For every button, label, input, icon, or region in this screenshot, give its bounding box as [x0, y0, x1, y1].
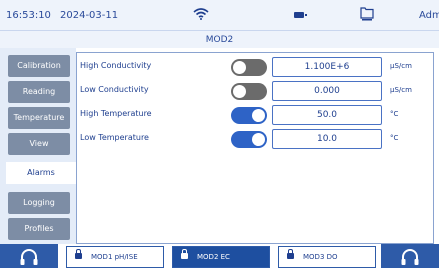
- alarm-toggle-high-conductivity[interactable]: [231, 59, 267, 76]
- tab-view[interactable]: View: [8, 133, 70, 155]
- module-label: MOD1 pH/ISE: [91, 253, 138, 261]
- toggle-knob: [233, 61, 246, 74]
- module-bar: MOD1 pH/ISE MOD2 EC MOD3 DO: [0, 244, 439, 268]
- folder-icon[interactable]: [360, 5, 374, 24]
- lock-icon: [181, 249, 188, 259]
- lock-icon: [287, 249, 294, 259]
- headset-icon: [20, 249, 38, 265]
- module-label: MOD2 EC: [197, 253, 230, 261]
- alarm-label: High Temperature: [80, 109, 152, 118]
- module-tab-mod3[interactable]: MOD3 DO: [278, 246, 376, 268]
- clock-date: 2024-03-11: [60, 10, 119, 21]
- alarm-unit: µS/cm: [390, 86, 412, 94]
- alarms-panel: High Conductivity 1.100E+6 µS/cm Low Con…: [76, 52, 434, 244]
- alarm-row-low-temperature: Low Temperature 10.0 °C: [77, 128, 435, 150]
- toggle-knob: [233, 85, 246, 98]
- module-label: MOD3 DO: [303, 253, 338, 261]
- alarm-unit: °C: [390, 134, 399, 142]
- nav-right-button[interactable]: [381, 244, 439, 268]
- tab-logging[interactable]: Logging: [8, 192, 70, 214]
- tab-alarms[interactable]: Alarms: [6, 162, 76, 184]
- alarm-toggle-low-temperature[interactable]: [231, 131, 267, 148]
- alarm-toggle-low-conductivity[interactable]: [231, 83, 267, 100]
- tab-reading[interactable]: Reading: [8, 81, 70, 103]
- toggle-knob: [252, 133, 265, 146]
- alarm-label: High Conductivity: [80, 61, 152, 70]
- battery-icon: [294, 12, 307, 18]
- clock-time: 16:53:10: [6, 10, 51, 21]
- tab-calibration[interactable]: Calibration: [8, 55, 70, 77]
- status-bar: 16:53:10 2024-03-11 Admi: [0, 0, 439, 30]
- wifi-icon: [193, 7, 209, 23]
- module-tab-mod2[interactable]: MOD2 EC: [172, 246, 270, 268]
- user-name[interactable]: Admi: [419, 10, 439, 21]
- alarm-unit: °C: [390, 110, 399, 118]
- module-tab-mod1[interactable]: MOD1 pH/ISE: [66, 246, 164, 268]
- alarm-row-high-conductivity: High Conductivity 1.100E+6 µS/cm: [77, 56, 435, 78]
- page-title: MOD2: [0, 30, 439, 48]
- alarm-value-low-temperature[interactable]: 10.0: [272, 129, 382, 149]
- alarm-row-low-conductivity: Low Conductivity 0.000 µS/cm: [77, 80, 435, 102]
- tab-temperature[interactable]: Temperature: [8, 107, 70, 129]
- alarm-value-low-conductivity[interactable]: 0.000: [272, 81, 382, 101]
- alarm-value-high-conductivity[interactable]: 1.100E+6: [272, 57, 382, 77]
- sidebar: Calibration Reading Temperature View Ala…: [0, 48, 76, 244]
- alarm-label: Low Conductivity: [80, 85, 149, 94]
- tab-profiles[interactable]: Profiles: [8, 218, 70, 240]
- alarm-value-high-temperature[interactable]: 50.0: [272, 105, 382, 125]
- headset-icon: [401, 249, 419, 265]
- nav-left-button[interactable]: [0, 244, 58, 268]
- alarm-unit: µS/cm: [390, 62, 412, 70]
- toggle-knob: [252, 109, 265, 122]
- alarm-label: Low Temperature: [80, 133, 149, 142]
- lock-icon: [75, 249, 82, 259]
- alarm-toggle-high-temperature[interactable]: [231, 107, 267, 124]
- alarm-row-high-temperature: High Temperature 50.0 °C: [77, 104, 435, 126]
